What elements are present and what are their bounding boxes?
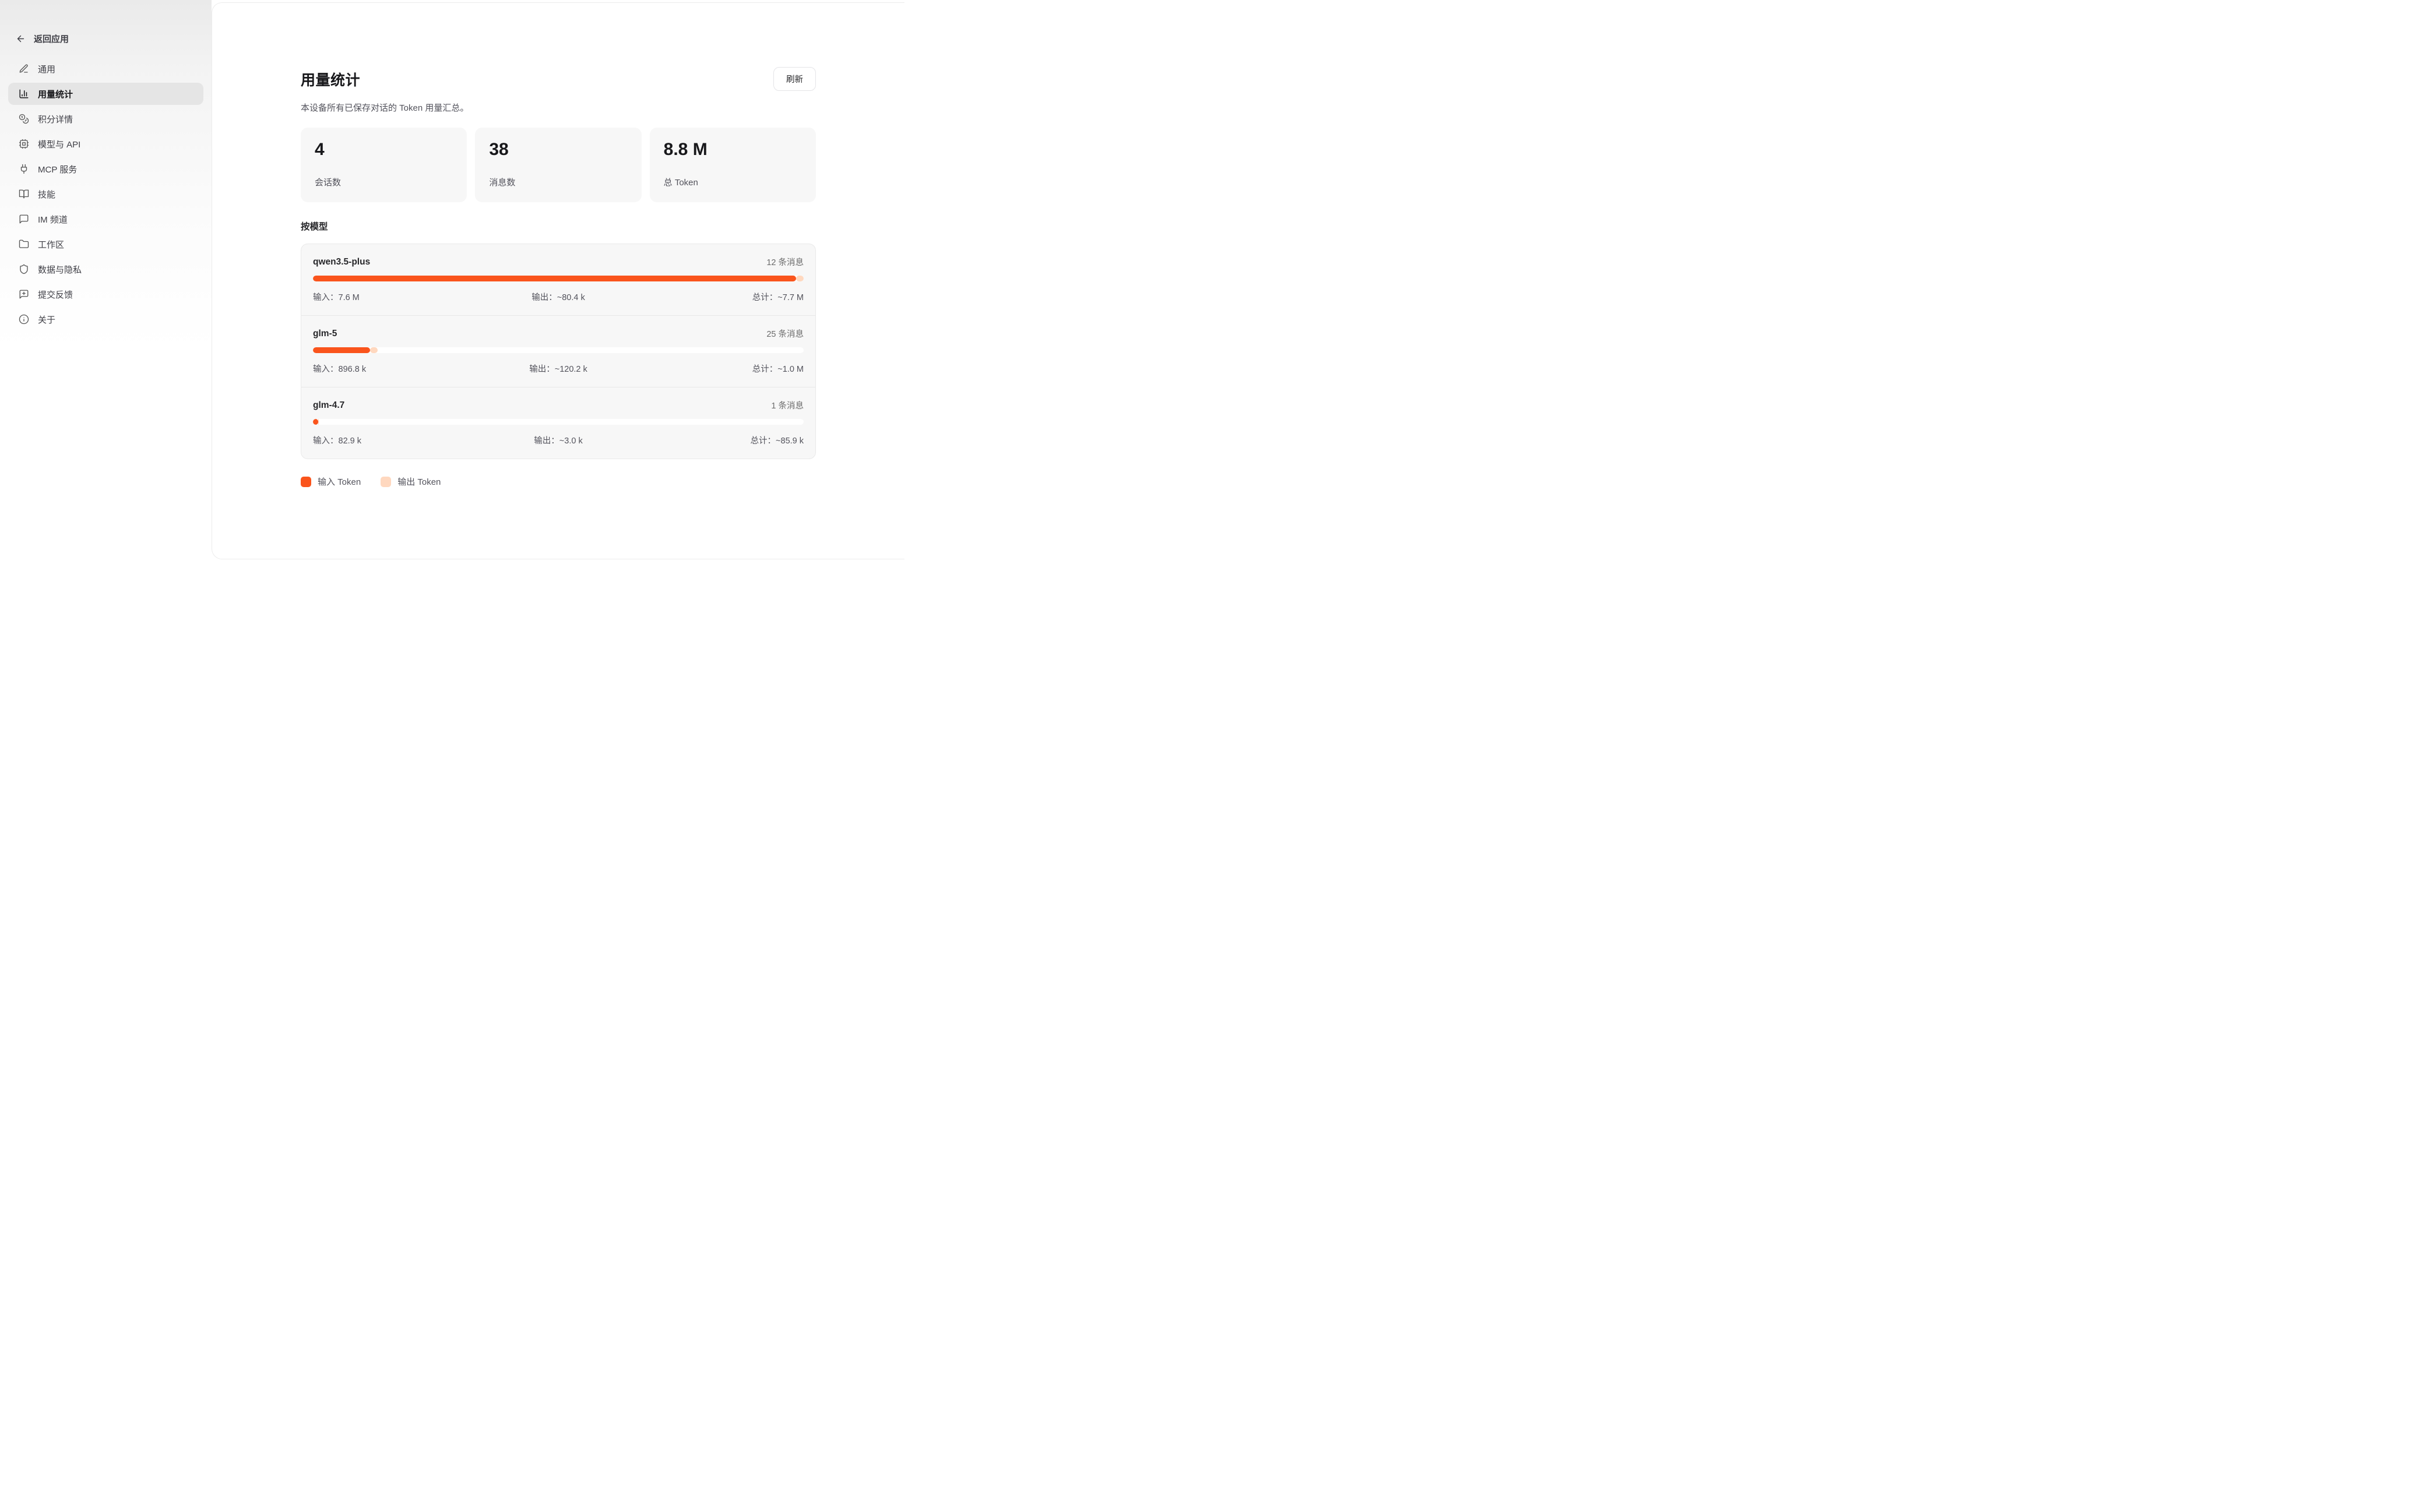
model-row: glm-5 25 条消息 输入：896.8 k 输出：~120.2 k 总计：~… [301, 315, 815, 387]
sidebar-item-label: IM 频道 [38, 213, 68, 225]
legend-label: 输出 Token [397, 475, 441, 488]
token-usage-bar [313, 347, 804, 353]
sidebar-item-general[interactable]: 通用 [8, 58, 203, 80]
main-panel: 用量统计 刷新 本设备所有已保存对话的 Token 用量汇总。 4 会话数 38… [212, 2, 904, 559]
sidebar-item-label: 通用 [38, 63, 55, 75]
coins-icon [19, 114, 29, 124]
stat-value: 4 [315, 140, 453, 160]
sidebar-item-label: 工作区 [38, 238, 64, 251]
sidebar-item-usage-stats[interactable]: 用量统计 [8, 83, 203, 105]
model-name: glm-5 [313, 329, 337, 339]
page-subtitle: 本设备所有已保存对话的 Token 用量汇总。 [301, 101, 816, 114]
output-token-bar-segment [370, 347, 378, 353]
book-open-icon [19, 189, 29, 199]
model-output-tokens: 输出：~120.2 k [477, 362, 640, 375]
token-legend: 输入 Token 输出 Token [301, 475, 816, 488]
message-icon [19, 214, 29, 224]
stat-label: 总 Token [664, 176, 802, 188]
output-token-bar-segment [318, 419, 319, 425]
settings-sidebar: 返回应用 通用 用量统计 积分详情 [0, 0, 212, 564]
stat-card-sessions: 4 会话数 [301, 128, 467, 202]
sidebar-item-label: MCP 服务 [38, 163, 77, 175]
stat-card-total-tokens: 8.8 M 总 Token [650, 128, 816, 202]
input-token-bar-segment [313, 419, 318, 425]
refresh-button[interactable]: 刷新 [773, 67, 816, 91]
model-total-tokens: 总计：~1.0 M [640, 362, 804, 375]
by-model-heading: 按模型 [301, 220, 816, 232]
stat-value: 8.8 M [664, 140, 802, 160]
folder-icon [19, 239, 29, 249]
legend-label: 输入 Token [318, 475, 361, 488]
stat-label: 消息数 [489, 176, 627, 188]
sidebar-item-label: 提交反馈 [38, 288, 73, 301]
model-message-count: 25 条消息 [766, 327, 804, 340]
feedback-icon [19, 289, 29, 299]
legend-item-input: 输入 Token [301, 475, 361, 488]
sidebar-item-label: 技能 [38, 188, 55, 200]
stat-value: 38 [489, 140, 627, 160]
model-message-count: 12 条消息 [766, 256, 804, 268]
model-input-tokens: 输入：82.9 k [313, 434, 477, 446]
sidebar-item-feedback[interactable]: 提交反馈 [8, 283, 203, 305]
model-output-tokens: 输出：~3.0 k [477, 434, 640, 446]
model-name: glm-4.7 [313, 400, 344, 411]
sidebar-item-label: 积分详情 [38, 113, 73, 125]
input-token-bar-segment [313, 276, 796, 281]
stat-card-messages: 38 消息数 [475, 128, 641, 202]
sidebar-item-mcp[interactable]: MCP 服务 [8, 158, 203, 180]
model-row: glm-4.7 1 条消息 输入：82.9 k 输出：~3.0 k 总计：~85… [301, 387, 815, 459]
app-window: 返回应用 通用 用量统计 积分详情 [0, 0, 904, 564]
stat-label: 会话数 [315, 176, 453, 188]
model-input-tokens: 输入：7.6 M [313, 291, 477, 303]
pencil-icon [19, 64, 29, 74]
model-total-tokens: 总计：~85.9 k [640, 434, 804, 446]
sidebar-item-label: 模型与 API [38, 138, 80, 150]
sidebar-item-data-privacy[interactable]: 数据与隐私 [8, 258, 203, 280]
input-token-bar-segment [313, 347, 370, 353]
summary-cards: 4 会话数 38 消息数 8.8 M 总 Token [301, 128, 816, 202]
model-input-tokens: 输入：896.8 k [313, 362, 477, 375]
token-usage-bar [313, 419, 804, 425]
page-title: 用量统计 [301, 69, 360, 90]
legend-item-output: 输出 Token [381, 475, 441, 488]
sidebar-item-im-channels[interactable]: IM 频道 [8, 208, 203, 230]
arrow-left-icon [16, 34, 26, 44]
sidebar-item-about[interactable]: 关于 [8, 308, 203, 330]
model-total-tokens: 总计：~7.7 M [640, 291, 804, 303]
sidebar-item-workspace[interactable]: 工作区 [8, 233, 203, 255]
sidebar-nav: 通用 用量统计 积分详情 模型与 API [0, 58, 212, 330]
model-usage-list: qwen3.5-plus 12 条消息 输入：7.6 M 输出：~80.4 k … [301, 244, 816, 459]
token-usage-bar [313, 276, 804, 281]
info-icon [19, 314, 29, 325]
model-output-tokens: 输出：~80.4 k [477, 291, 640, 303]
sidebar-item-models-api[interactable]: 模型与 API [8, 133, 203, 155]
model-row: qwen3.5-plus 12 条消息 输入：7.6 M 输出：~80.4 k … [301, 244, 815, 315]
plug-icon [19, 164, 29, 174]
sidebar-item-label: 关于 [38, 313, 55, 326]
back-to-app-button[interactable]: 返回应用 [0, 33, 212, 45]
cpu-icon [19, 139, 29, 149]
model-name: qwen3.5-plus [313, 257, 370, 267]
shield-icon [19, 264, 29, 274]
output-token-swatch [381, 477, 391, 487]
sidebar-item-skills[interactable]: 技能 [8, 183, 203, 205]
bar-chart-icon [19, 89, 29, 99]
sidebar-item-label: 用量统计 [38, 88, 73, 100]
sidebar-item-label: 数据与隐私 [38, 263, 82, 276]
back-to-app-label: 返回应用 [34, 33, 69, 45]
model-message-count: 1 条消息 [771, 399, 804, 411]
input-token-swatch [301, 477, 311, 487]
sidebar-item-credits[interactable]: 积分详情 [8, 108, 203, 130]
output-token-bar-segment [796, 276, 804, 281]
